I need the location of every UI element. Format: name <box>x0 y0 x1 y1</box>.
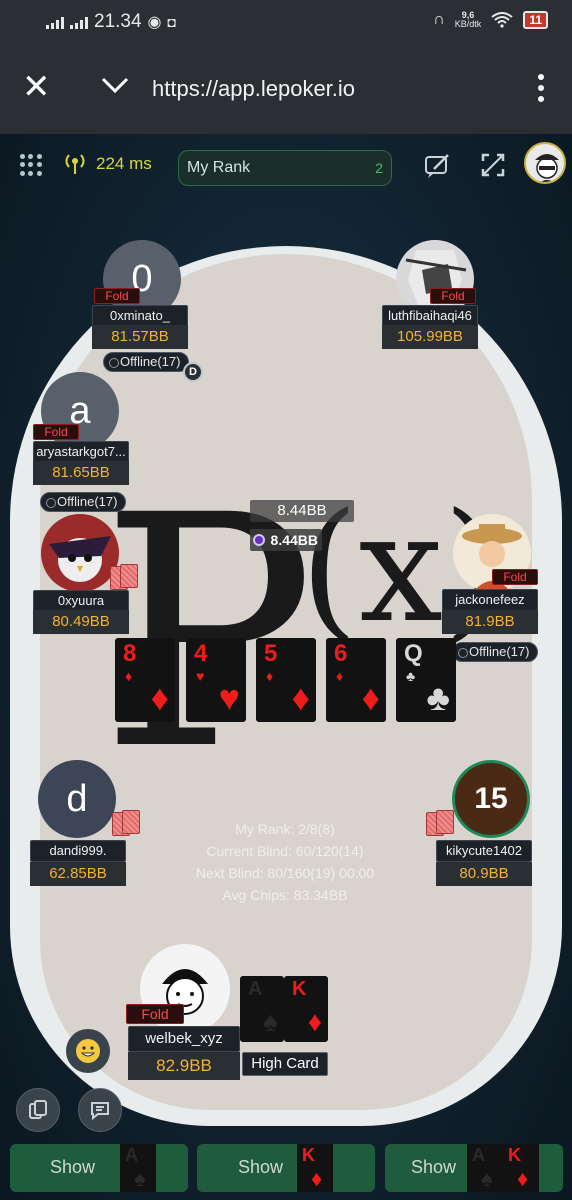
hand-strength: High Card <box>242 1052 328 1076</box>
battery-icon: 11 <box>523 11 548 29</box>
net-speed: 9,6 KB/dtk <box>454 10 482 29</box>
hole-cards-back <box>426 810 454 836</box>
chip-icon <box>253 534 265 546</box>
player-chips: 105.99BB <box>382 325 478 349</box>
player-chips: 80.49BB <box>33 610 129 634</box>
poker-game: 224 ms My Rank 2 P (x) 0 Fold 0xminato_ … <box>0 134 572 1200</box>
player-name: 0xminato_ <box>92 305 188 327</box>
close-icon[interactable]: ✕ <box>22 70 51 104</box>
ping-value: 224 ms <box>96 154 152 173</box>
signal-icon <box>70 15 88 29</box>
player-chips: 80.9BB <box>436 862 532 886</box>
board-card: 6 ♦ ♦ <box>326 638 386 722</box>
offline-badge: Offline(17) <box>103 352 190 372</box>
clock: 21.34 <box>94 11 142 32</box>
show-card-k-button[interactable]: Show K ♦ <box>197 1144 375 1192</box>
pot-total: 8.44BB <box>250 500 354 522</box>
signal-icon <box>46 15 64 29</box>
info-next-blind: Next Blind: 80/160(19) 00:00 <box>195 865 375 881</box>
ping-icon <box>65 154 85 174</box>
edit-icon[interactable] <box>424 152 452 180</box>
player-chips: 81.57BB <box>92 325 188 349</box>
player-chips: 82.9BB <box>128 1052 240 1080</box>
expand-icon[interactable] <box>480 152 506 178</box>
player-name: 0xyuura <box>33 590 129 612</box>
hole-cards-back <box>112 810 140 836</box>
offline-badge: Offline(17) <box>452 642 539 662</box>
show-both-button[interactable]: Show A ♠ K ♦ <box>385 1144 563 1192</box>
avatar: 15 <box>452 760 530 838</box>
fold-badge: Fold <box>94 288 140 304</box>
board-card: 4 ♥ ♥ <box>186 638 246 722</box>
fold-badge: Fold <box>430 288 476 304</box>
emoji-button[interactable] <box>66 1029 110 1073</box>
mini-card: K ♦ <box>503 1144 539 1192</box>
fold-badge: Fold <box>33 424 79 440</box>
more-options-icon[interactable] <box>538 74 544 102</box>
url-bar[interactable]: https://app.lepoker.io <box>152 76 355 102</box>
wifi-icon <box>491 12 513 28</box>
menu-grid-icon[interactable] <box>20 154 42 176</box>
board-card: 5 ♦ ♦ <box>256 638 316 722</box>
cards-icon <box>29 1100 47 1119</box>
dealer-button: D <box>183 362 203 382</box>
mini-card: K ♦ <box>297 1144 333 1192</box>
player-chips: 81.9BB <box>442 610 538 634</box>
player-name: welbek_xyz <box>128 1026 240 1052</box>
mini-card: A ♠ <box>467 1144 503 1192</box>
hole-card: A ♠ <box>240 976 284 1042</box>
offline-badge: Offline(17) <box>40 492 127 512</box>
board-card: Q ♣ ♣ <box>396 638 456 722</box>
discord-icon: ◘ <box>167 14 176 30</box>
avatar <box>41 514 119 592</box>
info-avg-chips: Avg Chips: 83.34BB <box>222 887 348 903</box>
show-card-a-button[interactable]: Show A ♠ <box>10 1144 188 1192</box>
player-name: kikycute1402 <box>436 840 532 862</box>
browser-toolbar: ✕ https://app.lepoker.io <box>0 44 572 134</box>
player-name: luthfibaihaqi46 <box>382 305 478 327</box>
player-chips: 62.85BB <box>30 862 126 886</box>
fold-badge: Fold <box>126 1004 184 1024</box>
headphones-icon: ∩ <box>433 11 445 28</box>
chat-icon <box>91 1102 109 1121</box>
info-current-blind: Current Blind: 60/120(14) <box>206 843 364 859</box>
chevron-down-icon[interactable] <box>100 70 130 100</box>
my-rank-value: 2 <box>375 160 383 176</box>
my-rank-box[interactable]: My Rank 2 <box>178 150 392 186</box>
pot-current: 8.44BB <box>250 529 322 551</box>
fold-badge: Fold <box>492 569 538 585</box>
player-chips: 81.65BB <box>33 461 129 485</box>
status-bar: 21.34 ◉ ◘ ∩ 9,6 KB/dtk 11 <box>0 0 572 44</box>
my-rank-label: My Rank <box>187 159 251 176</box>
board-card: 8 ♦ ♦ <box>115 638 175 722</box>
hole-cards-back <box>110 564 138 590</box>
info-rank: My Rank: 2/8(8) <box>235 821 335 837</box>
emoji-icon <box>76 1039 100 1063</box>
hole-card: K ♦ <box>284 976 328 1042</box>
turn-timer: 15 <box>474 782 508 815</box>
player-name: aryastarkgot7... <box>33 441 129 463</box>
mini-card: A ♠ <box>120 1144 156 1192</box>
avatar: d <box>38 760 116 838</box>
player-name: dandi999. <box>30 840 126 862</box>
table-info: My Rank: 2/8(8) Current Blind: 60/120(14… <box>150 818 420 906</box>
profile-avatar[interactable] <box>524 142 566 184</box>
table-logo: P <box>100 448 316 820</box>
hand-history-button[interactable] <box>16 1088 60 1132</box>
whatsapp-icon: ◉ <box>147 14 162 31</box>
player-name: jackonefeez <box>442 589 538 611</box>
chat-button[interactable] <box>78 1088 122 1132</box>
